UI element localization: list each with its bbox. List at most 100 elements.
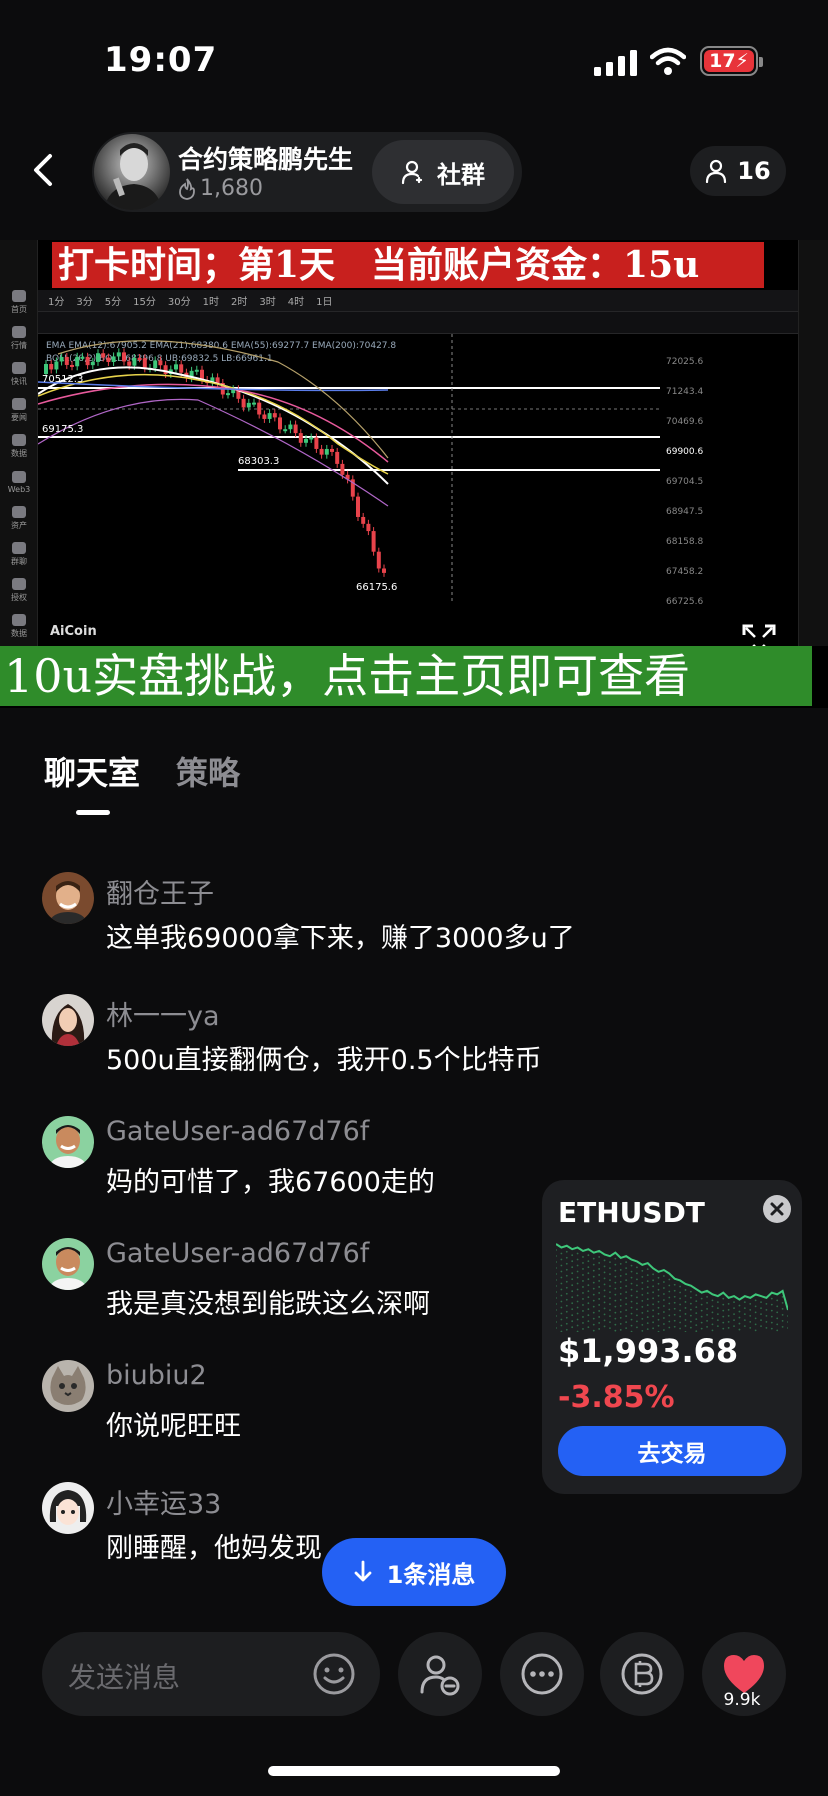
ticker-price: $1,993.68 [558,1332,739,1370]
user-avatar[interactable] [42,1238,94,1290]
sparkline-dot [787,1327,788,1329]
sparkline-dot [716,1301,719,1304]
sparkline-dot [663,1281,665,1283]
candle [49,364,54,370]
user-avatar[interactable] [42,1360,94,1412]
chart-drawing-toolbar [38,312,798,334]
price-level-label: 66175.6 [356,582,397,593]
sparkline-dot [556,1249,557,1251]
message-text: 刚睡醒，他妈发现 [106,1533,322,1564]
user-avatar[interactable] [42,1482,94,1534]
chart-sidebar-item: 资产 [0,500,38,536]
candle [283,429,288,432]
message-input[interactable]: 发送消息 [42,1632,380,1716]
sparkline-dot [695,1294,698,1297]
sparkline-dot [770,1309,773,1312]
message-username[interactable]: 小幸运33 [106,1482,221,1521]
sparkline-dot [679,1315,681,1318]
community-label: 社群 [437,160,485,189]
sparkline-dot [619,1286,622,1289]
sparkline-dot [609,1267,611,1270]
follow-user-button[interactable] [398,1632,482,1716]
tab-strategy[interactable]: 策略 [176,748,240,794]
sparkline-dot [700,1309,703,1312]
message-username[interactable]: GateUser-ad67d76f [106,1116,369,1147]
sparkline-dot [668,1308,671,1311]
candle [75,356,80,367]
sparkline-dot [619,1298,622,1301]
sparkline-dot [598,1280,601,1282]
sparkline-dot [625,1279,628,1282]
member-count-button[interactable]: 16 [690,146,786,196]
candle [101,353,106,358]
message-username[interactable]: 翻仓王子 [106,872,214,911]
user-add-icon [420,1655,460,1696]
home-indicator[interactable] [268,1766,560,1776]
sparkline-dot [571,1272,574,1275]
sparkline-dot [663,1317,665,1319]
message-username[interactable]: 林一一ya [106,994,220,1033]
sparkline-dot [727,1326,730,1329]
bitcoin-button[interactable] [600,1632,684,1716]
candle [194,369,199,372]
sparkline-dot [576,1288,579,1291]
community-button[interactable]: 社群 [372,140,514,204]
live-video[interactable]: 首页 行情 快讯 要闻 数据 Web3 资产 群聊 授权 数据 1分 3分 5分 15分 30分 1时 2时 3… [0,240,828,708]
chart-app-sidebar: 首页 行情 快讯 要闻 数据 Web3 资产 群聊 授权 数据 [0,240,38,646]
user-avatar[interactable] [42,872,94,924]
tab-chatroom[interactable]: 聊天室 [44,748,140,794]
new-message-button[interactable]: 1条消息 [322,1538,506,1606]
sparkline-dot [603,1301,606,1304]
emoji-icon[interactable] [312,1652,356,1696]
sparkline-dot [700,1315,703,1318]
chart-timeframe-item: 2时 [230,297,248,308]
sparkline-dot [598,1310,601,1312]
sparkline-dot [646,1280,649,1283]
sparkline-dot [565,1328,568,1331]
sparkline-dot [592,1323,595,1326]
sparkline-dot [641,1269,644,1272]
candle [163,365,168,375]
aicoin-logo: AiCoin [50,624,97,639]
sparkline-dot [614,1317,617,1320]
sparkline-dot [576,1282,579,1285]
trade-button[interactable]: 去交易 [558,1426,786,1476]
flame-icon [179,177,195,200]
sparkline-dot [592,1317,595,1320]
sparkline-dot [722,1303,725,1306]
close-icon[interactable] [762,1194,792,1224]
sparkline-dot [657,1324,660,1327]
host-avatar[interactable] [94,134,170,210]
message-text: 妈的可惜了，我67600走的 [106,1167,435,1198]
price-level-label: 69175.3 [42,424,83,435]
more-button[interactable] [500,1632,584,1716]
signal-icon [594,50,637,76]
sparkline-dot [781,1325,784,1328]
host-info[interactable]: 合约策略鹏先生 1,680 社群 [92,132,522,212]
eth-ticker-card[interactable]: ETHUSDT $1,993.68 -3.85% 去交易 [542,1180,802,1494]
sparkline-dot [733,1301,735,1304]
user-avatar[interactable] [42,994,94,1046]
message-username[interactable]: GateUser-ad67d76f [106,1238,369,1269]
user-avatar[interactable] [42,1116,94,1168]
sparkline-dot [679,1327,681,1330]
candle [314,437,319,449]
sparkline-dot [641,1317,644,1320]
sparkline-dot [689,1314,692,1317]
sparkline-dot [571,1308,574,1311]
sparkline-dot [556,1261,557,1263]
sparkline-dot [657,1282,660,1285]
sparkline-dot [652,1273,655,1276]
sparkline-dot [727,1314,730,1317]
sparkline-dot [625,1297,628,1300]
sparkline-dot [592,1281,595,1284]
sparkline-dot [781,1301,784,1304]
back-button[interactable] [24,150,64,190]
sparkline-dot [770,1303,773,1306]
sparkline-dot [625,1309,628,1312]
chart-sidebar-item: Web3 [0,464,38,500]
sparkline-dot [663,1299,665,1301]
sparkline-dot [684,1307,687,1309]
sparkline-dot [689,1308,692,1311]
message-username[interactable]: biubiu2 [106,1360,207,1391]
